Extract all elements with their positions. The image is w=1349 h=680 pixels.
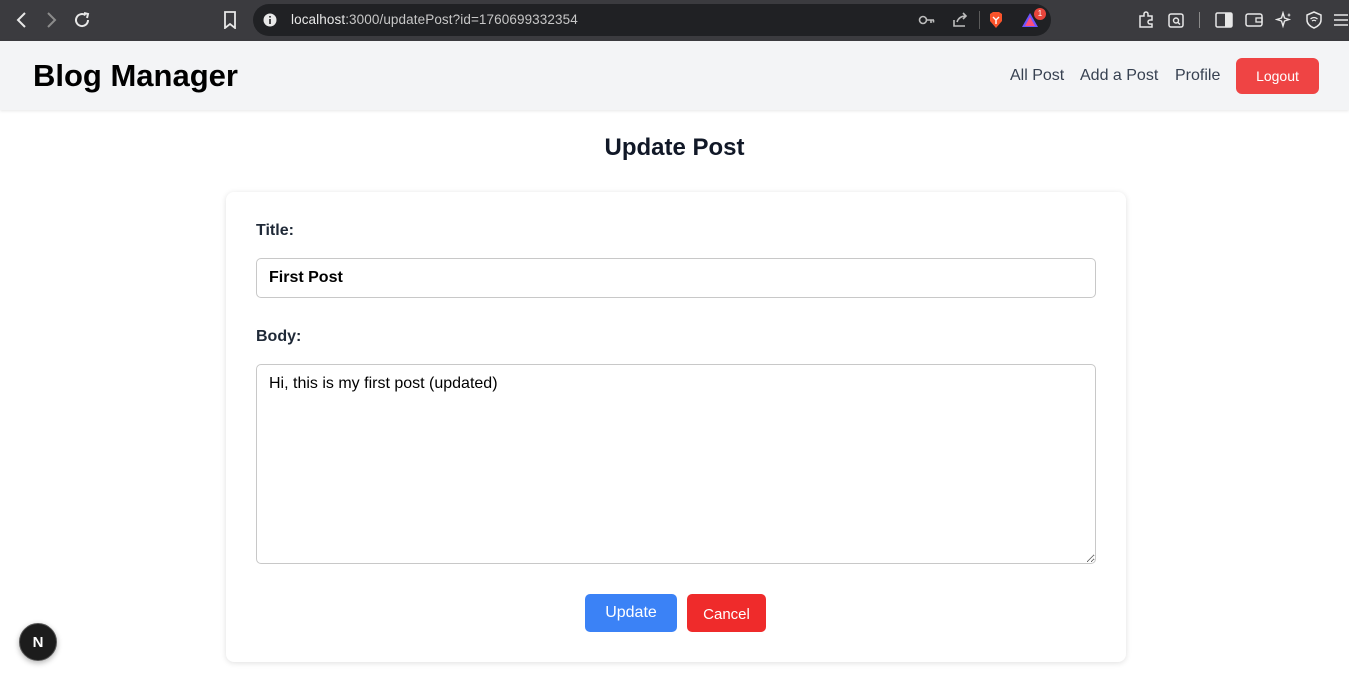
app-header: Blog Manager All Post Add a Post Profile… — [0, 41, 1349, 110]
url-host: localhost — [291, 12, 346, 27]
address-bar[interactable]: localhost:3000/updatePost?id=17606993323… — [253, 4, 1051, 36]
body-textarea[interactable]: Hi, this is my first post (updated) — [256, 364, 1096, 564]
brave-shield-icon[interactable] — [987, 10, 1005, 30]
vpn-icon[interactable] — [1304, 10, 1324, 30]
omnibox-divider — [979, 11, 980, 29]
nextjs-dev-indicator[interactable]: N — [19, 623, 57, 661]
site-info-icon[interactable] — [262, 12, 278, 28]
nav-link-profile[interactable]: Profile — [1175, 67, 1220, 85]
nav-link-all-post[interactable]: All Post — [1010, 67, 1064, 85]
update-post-form: Title: Body: Hi, this is my first post (… — [226, 192, 1126, 662]
title-input[interactable] — [256, 258, 1096, 298]
rewards-badge: 1 — [1034, 8, 1046, 20]
leo-ai-icon[interactable] — [1274, 10, 1294, 30]
page-title: Update Post — [604, 134, 745, 161]
browser-toolbar: localhost:3000/updatePost?id=17606993323… — [0, 0, 1349, 41]
reload-icon[interactable] — [71, 9, 93, 31]
wallet-icon[interactable] — [1244, 10, 1264, 30]
back-icon[interactable] — [11, 9, 33, 31]
nextjs-logo-icon: N — [32, 633, 44, 651]
brand-title: Blog Manager — [33, 58, 238, 93]
update-button[interactable]: Update — [585, 594, 677, 632]
body-label: Body: — [256, 328, 302, 345]
cancel-button[interactable]: Cancel — [687, 594, 766, 632]
menu-icon[interactable] — [1333, 10, 1349, 30]
title-label: Title: — [256, 222, 294, 239]
share-icon[interactable] — [950, 11, 970, 29]
key-icon[interactable] — [917, 12, 937, 28]
bookmark-icon[interactable] — [221, 10, 239, 30]
search-tab-icon[interactable] — [1166, 10, 1186, 30]
logout-button[interactable]: Logout — [1236, 58, 1319, 94]
forward-icon[interactable] — [40, 9, 62, 31]
toolbar-divider — [1199, 12, 1200, 28]
extensions-icon[interactable] — [1136, 10, 1156, 30]
url-text: localhost:3000/updatePost?id=17606993323… — [291, 12, 578, 27]
nav-link-add-post[interactable]: Add a Post — [1080, 67, 1158, 85]
url-path: :3000/updatePost?id=1760699332354 — [345, 12, 578, 27]
sidebar-icon[interactable] — [1214, 10, 1234, 30]
